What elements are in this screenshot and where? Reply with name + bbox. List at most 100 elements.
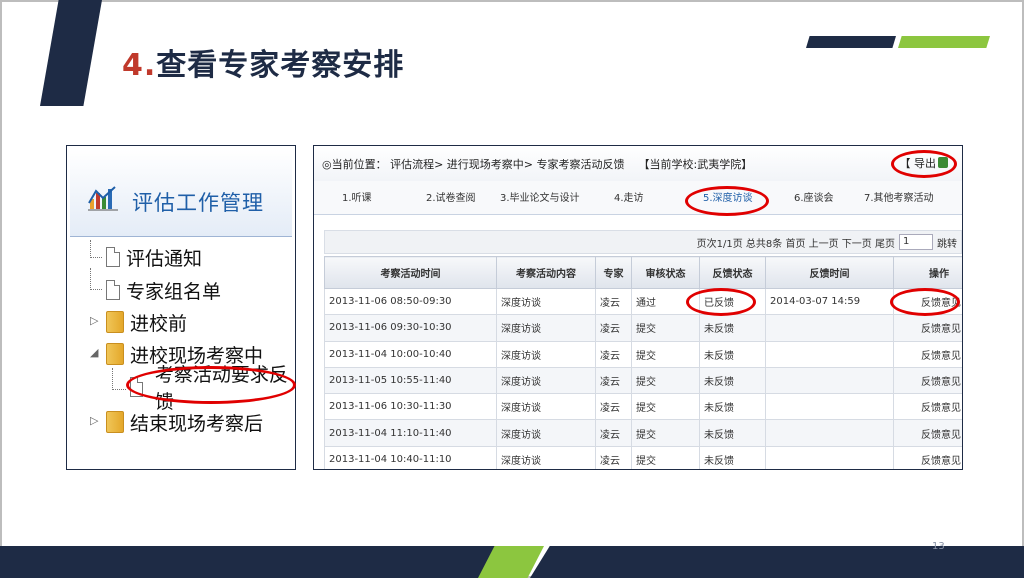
footer-bar-dark — [530, 546, 1024, 578]
feedback-link[interactable]: 反馈意见 — [893, 340, 962, 368]
table-row: 2013-11-04 10:00-10:40 深度访谈 凌云 提交 未反馈 反馈… — [324, 340, 962, 368]
cell-content: 深度访谈 — [496, 340, 596, 368]
table-row: 2013-11-05 10:55-11:40 深度访谈 凌云 提交 未反馈 反馈… — [324, 366, 962, 395]
cell-review-status: 提交 — [631, 393, 700, 421]
cell-time: 2013-11-06 08:50-09:30 — [324, 287, 497, 316]
top-accent-bar-green — [898, 36, 990, 48]
cell-feedback-time — [765, 419, 894, 447]
tree-connector — [112, 368, 126, 390]
cell-expert: 凌云 — [595, 445, 632, 469]
top-accent-bar-dark — [806, 36, 896, 48]
app-panel: ◎当前位置： 评估流程> 进行现场考察中> 专家考察活动反馈 【当前学校:武夷学… — [313, 145, 963, 470]
tree-item-label: 结束现场考察后 — [130, 412, 264, 435]
cell-feedback-time: 2014-03-07 14:59 — [765, 287, 894, 316]
folder-icon — [106, 343, 124, 365]
tree-item-after-visit[interactable]: 结束现场考察后 — [106, 409, 263, 435]
feedback-link[interactable]: 反馈意见 — [893, 419, 962, 447]
cell-review-status: 提交 — [631, 340, 700, 368]
table-row: 2013-11-06 08:50-09:30 深度访谈 凌云 通过 已反馈 20… — [324, 287, 962, 316]
tab-lecture[interactable]: 1.听课 — [342, 189, 372, 204]
cell-feedback-time — [765, 445, 894, 469]
tree-item-label: 评估通知 — [126, 247, 203, 270]
table-row: 2013-11-04 11:10-11:40 深度访谈 凌云 提交 未反馈 反馈… — [324, 419, 962, 447]
column-header: 考察活动内容 — [496, 256, 596, 289]
table-header-row: 考察活动时间 考察活动内容 专家 审核状态 反馈状态 反馈时间 操作 — [324, 256, 962, 289]
highlight-circle — [890, 288, 960, 316]
cell-feedback-status: 未反馈 — [699, 340, 766, 368]
pagination-bar: 页次1/1页 总共8条 首页 上一页 下一页 尾页 1 跳转 — [324, 230, 962, 254]
column-header: 操作 — [893, 256, 962, 289]
cell-feedback-status: 未反馈 — [699, 419, 766, 447]
cell-feedback-time — [765, 314, 894, 342]
footer-bar-dark — [0, 546, 500, 578]
highlight-circle — [686, 288, 756, 316]
cell-feedback-status: 未反馈 — [699, 366, 766, 395]
page-number: 13 — [932, 541, 945, 552]
cell-feedback-status: 未反馈 — [699, 445, 766, 469]
left-menu-panel: 评估工作管理 评估通知 专家组名单 ▷ 进校前 ◢ 进校现场考察中 考察活动要求… — [66, 145, 296, 470]
document-icon — [106, 280, 120, 300]
folder-icon — [106, 411, 124, 433]
left-menu-title: 评估工作管理 — [132, 191, 264, 215]
column-header: 专家 — [595, 256, 632, 289]
feedback-table: 考察活动时间 考察活动内容 专家 审核状态 反馈状态 反馈时间 操作 2013-… — [324, 256, 962, 469]
column-header: 考察活动时间 — [324, 256, 497, 289]
cell-expert: 凌云 — [595, 393, 632, 421]
cell-review-status: 提交 — [631, 419, 700, 447]
pagination-text: 页次1/1页 总共8条 首页 上一页 下一页 尾页 — [696, 238, 895, 250]
expand-arrow-icon[interactable]: ▷ — [90, 314, 98, 327]
cell-feedback-time — [765, 366, 894, 395]
cell-content: 深度访谈 — [496, 393, 596, 421]
tree-item-expert-list[interactable]: 专家组名单 — [106, 277, 221, 303]
feedback-link[interactable]: 反馈意见 — [893, 366, 962, 395]
cell-time: 2013-11-05 10:55-11:40 — [324, 366, 497, 395]
jump-button[interactable]: 跳转 — [937, 235, 957, 250]
cell-feedback-status: 未反馈 — [699, 393, 766, 421]
tree-item-before-visit[interactable]: 进校前 — [106, 309, 187, 335]
cell-review-status: 提交 — [631, 366, 700, 395]
collapse-arrow-icon[interactable]: ◢ — [90, 346, 98, 359]
tree-item-label: 专家组名单 — [126, 280, 222, 303]
tab-symposium[interactable]: 6.座谈会 — [794, 189, 834, 204]
column-header: 审核状态 — [631, 256, 700, 289]
expand-arrow-icon[interactable]: ▷ — [90, 414, 98, 427]
cell-time: 2013-11-06 09:30-10:30 — [324, 314, 497, 342]
cell-time: 2013-11-04 11:10-11:40 — [324, 419, 497, 447]
cell-review-status: 提交 — [631, 445, 700, 469]
tree-menu: 评估通知 专家组名单 ▷ 进校前 ◢ 进校现场考察中 考察活动要求反馈 ▷ 结束… — [70, 238, 296, 466]
cell-time: 2013-11-06 10:30-11:30 — [324, 393, 497, 421]
highlight-circle — [685, 186, 769, 216]
cell-content: 深度访谈 — [496, 287, 596, 316]
tab-other-activities[interactable]: 7.其他考察活动 — [864, 189, 934, 204]
page-input[interactable]: 1 — [899, 234, 933, 250]
cell-time: 2013-11-04 10:40-11:10 — [324, 445, 497, 469]
cell-expert: 凌云 — [595, 419, 632, 447]
tab-visits[interactable]: 4.走访 — [614, 189, 644, 204]
chart-icon — [88, 186, 118, 211]
table-row: 2013-11-06 10:30-11:30 深度访谈 凌云 提交 未反馈 反馈… — [324, 393, 962, 421]
table-row: 2013-11-04 10:40-11:10 深度访谈 凌云 提交 未反馈 反馈… — [324, 445, 962, 469]
document-icon — [106, 247, 120, 267]
current-school: 【当前学校:武夷学院】 — [638, 157, 753, 171]
tree-item-evaluation-notice[interactable]: 评估通知 — [106, 244, 202, 270]
tab-bar: 1.听课 2.试卷查阅 3.毕业论文与设计 4.走访 5.深度访谈 6.座谈会 … — [314, 181, 962, 215]
column-header: 反馈时间 — [765, 256, 894, 289]
cell-content: 深度访谈 — [496, 445, 596, 469]
feedback-link[interactable]: 反馈意见 — [893, 393, 962, 421]
cell-feedback-time — [765, 393, 894, 421]
feedback-link[interactable]: 反馈意见 — [893, 445, 962, 469]
cell-time: 2013-11-04 10:00-10:40 — [324, 340, 497, 368]
tab-thesis[interactable]: 3.毕业论文与设计 — [500, 189, 580, 204]
table-row: 2013-11-06 09:30-10:30 深度访谈 凌云 提交 未反馈 反馈… — [324, 314, 962, 342]
breadcrumb-path: ◎当前位置： 评估流程> 进行现场考察中> 专家考察活动反馈 — [322, 157, 625, 171]
slide-title-number: 4. — [122, 48, 157, 83]
folder-icon — [106, 311, 124, 333]
breadcrumb: ◎当前位置： 评估流程> 进行现场考察中> 专家考察活动反馈 【当前学校:武夷学… — [314, 146, 962, 181]
feedback-link[interactable]: 反馈意见 — [893, 314, 962, 342]
cell-expert: 凌云 — [595, 314, 632, 342]
cell-expert: 凌云 — [595, 366, 632, 395]
cell-expert: 凌云 — [595, 340, 632, 368]
highlight-circle — [891, 150, 957, 178]
left-menu-header: 评估工作管理 — [70, 149, 292, 237]
tab-exam-papers[interactable]: 2.试卷查阅 — [426, 189, 476, 204]
